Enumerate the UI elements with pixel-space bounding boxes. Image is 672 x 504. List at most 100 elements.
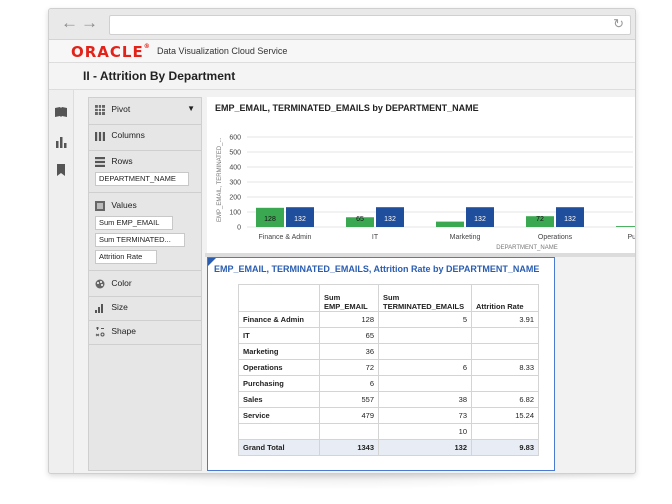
y-tick-label: 100 <box>229 210 241 217</box>
table-cell[interactable]: 73 <box>378 407 472 424</box>
size-section[interactable]: Size <box>89 302 201 313</box>
y-axis-label: EMP_EMAIL, TERMINATED_... <box>217 137 223 222</box>
row-header-cell[interactable]: Grand Total <box>238 439 320 456</box>
table-cell[interactable]: 132 <box>378 439 472 456</box>
y-tick-label: 300 <box>229 180 241 187</box>
table-cell[interactable]: 10 <box>378 423 472 440</box>
table-cell[interactable]: 15.24 <box>471 407 539 424</box>
column-header-line: Sum <box>324 293 341 302</box>
pivot-table: Sum EMP_EMAIL Sum TERMINATED_EMAILS Attritio… <box>238 284 539 456</box>
chevron-down-icon[interactable]: ▼ <box>187 104 195 113</box>
table-cell[interactable]: 65 <box>319 327 379 344</box>
table-cell[interactable]: 9.83 <box>471 439 539 456</box>
table-cell[interactable] <box>378 343 472 360</box>
column-header[interactable]: Attrition Rate <box>471 284 539 312</box>
row-header-cell[interactable]: Marketing <box>238 343 320 360</box>
divider <box>89 344 201 345</box>
browser-window: ← → ↻ ORACLE® Data Visualization Cloud S… <box>48 8 636 474</box>
table-cell[interactable]: 128 <box>319 311 379 328</box>
table-cell[interactable]: 8.33 <box>471 359 539 376</box>
table-cell[interactable]: 36 <box>319 343 379 360</box>
table-cell[interactable]: 5 <box>378 311 472 328</box>
values-label: Values <box>111 200 137 210</box>
palette-icon <box>95 279 105 289</box>
table-cell[interactable] <box>378 327 472 344</box>
viz-type-selector[interactable]: Pivot ▼ <box>89 104 201 118</box>
row-header-cell[interactable]: IT <box>238 327 320 344</box>
table-cell[interactable]: 72 <box>319 359 379 376</box>
table-row: Service 479 73 15.24 <box>238 407 539 424</box>
divider <box>89 192 201 193</box>
table-cell[interactable]: 6 <box>378 359 472 376</box>
bar <box>436 221 464 227</box>
row-header-cell[interactable]: Sales <box>238 391 320 408</box>
column-header[interactable] <box>238 284 320 312</box>
forward-arrow-icon[interactable]: → <box>81 14 98 32</box>
grammar-panel: Pivot ▼ Columns Rows DEPARTMENT_NAME Val… <box>88 97 202 471</box>
values-section[interactable]: Values <box>89 200 201 211</box>
table-cell[interactable] <box>471 343 539 360</box>
column-header-line: Attrition Rate <box>476 302 524 311</box>
data-label: 132 <box>294 216 306 223</box>
rows-chip[interactable]: DEPARTMENT_NAME <box>95 172 189 186</box>
bar-chart-visualization[interactable]: EMP_EMAIL, TERMINATED_EMAILS by DEPARTME… <box>207 97 635 253</box>
table-row: Sales 557 38 6.82 <box>238 391 539 408</box>
rows-icon <box>95 156 105 167</box>
row-header-cell[interactable]: Operations <box>238 359 320 376</box>
table-title: EMP_EMAIL, TERMINATED_EMAILS, Attrition … <box>214 264 540 274</box>
row-header-cell[interactable]: Finance & Admin <box>238 311 320 328</box>
columns-section[interactable]: Columns <box>89 130 201 141</box>
table-cell[interactable] <box>471 327 539 344</box>
table-cell[interactable]: 6.82 <box>471 391 539 408</box>
y-tick-label: 600 <box>229 135 241 142</box>
table-row: Purchasing 6 <box>238 375 539 392</box>
column-header[interactable]: Sum TERMINATED_EMAILS <box>378 284 472 312</box>
bookmark-icon[interactable] <box>54 163 68 177</box>
browser-toolbar: ← → ↻ <box>49 9 635 40</box>
table-row: Finance & Admin 128 5 3.91 <box>238 311 539 328</box>
table-cell[interactable] <box>378 375 472 392</box>
values-chip[interactable]: Sum TERMINATED... <box>95 233 185 247</box>
table-cell[interactable] <box>471 423 539 440</box>
values-chip[interactable]: Attrition Rate <box>95 250 157 264</box>
oracle-logo: ORACLE® <box>71 43 151 61</box>
pivot-table-visualization[interactable]: EMP_EMAIL, TERMINATED_EMAILS, Attrition … <box>207 257 555 471</box>
bar <box>616 226 635 227</box>
data-label: 132 <box>474 216 486 223</box>
table-cell[interactable] <box>319 423 379 440</box>
table-cell[interactable]: 6 <box>319 375 379 392</box>
column-header-line: TERMINATED_EMAILS <box>383 302 465 311</box>
column-header[interactable]: Sum EMP_EMAIL <box>319 284 379 312</box>
divider <box>89 296 201 297</box>
size-icon <box>95 303 103 313</box>
color-label: Color <box>111 278 132 288</box>
table-cell[interactable]: 1343 <box>319 439 379 456</box>
table-cell[interactable]: 3.91 <box>471 311 539 328</box>
table-cell[interactable]: 38 <box>378 391 472 408</box>
values-icon <box>95 200 105 211</box>
values-chip[interactable]: Sum EMP_EMAIL <box>95 216 173 230</box>
rows-section[interactable]: Rows <box>89 156 201 167</box>
row-header-cell[interactable]: Service <box>238 407 320 424</box>
reload-icon[interactable]: ↻ <box>613 16 624 32</box>
row-header-cell[interactable] <box>238 423 320 440</box>
size-label: Size <box>111 302 128 312</box>
shape-section[interactable]: Shape <box>89 326 201 337</box>
table-row: Operations 72 6 8.33 <box>238 359 539 376</box>
columns-icon <box>95 131 105 141</box>
address-bar[interactable]: ↻ <box>109 15 631 35</box>
shape-icon <box>95 326 105 337</box>
service-name: Data Visualization Cloud Service <box>157 46 288 56</box>
data-label: 132 <box>564 216 576 223</box>
x-tick-label: Marketing <box>450 234 481 241</box>
bar-chart-icon[interactable] <box>54 135 68 149</box>
back-arrow-icon[interactable]: ← <box>61 14 78 32</box>
column-header-line: EMP_EMAIL <box>324 302 368 311</box>
table-cell[interactable]: 479 <box>319 407 379 424</box>
book-icon[interactable] <box>54 105 68 119</box>
row-header-cell[interactable]: Purchasing <box>238 375 320 392</box>
table-cell[interactable]: 557 <box>319 391 379 408</box>
table-cell[interactable] <box>471 375 539 392</box>
color-section[interactable]: Color <box>89 278 201 289</box>
x-axis-label: DEPARTMENT_NAME <box>496 245 557 251</box>
